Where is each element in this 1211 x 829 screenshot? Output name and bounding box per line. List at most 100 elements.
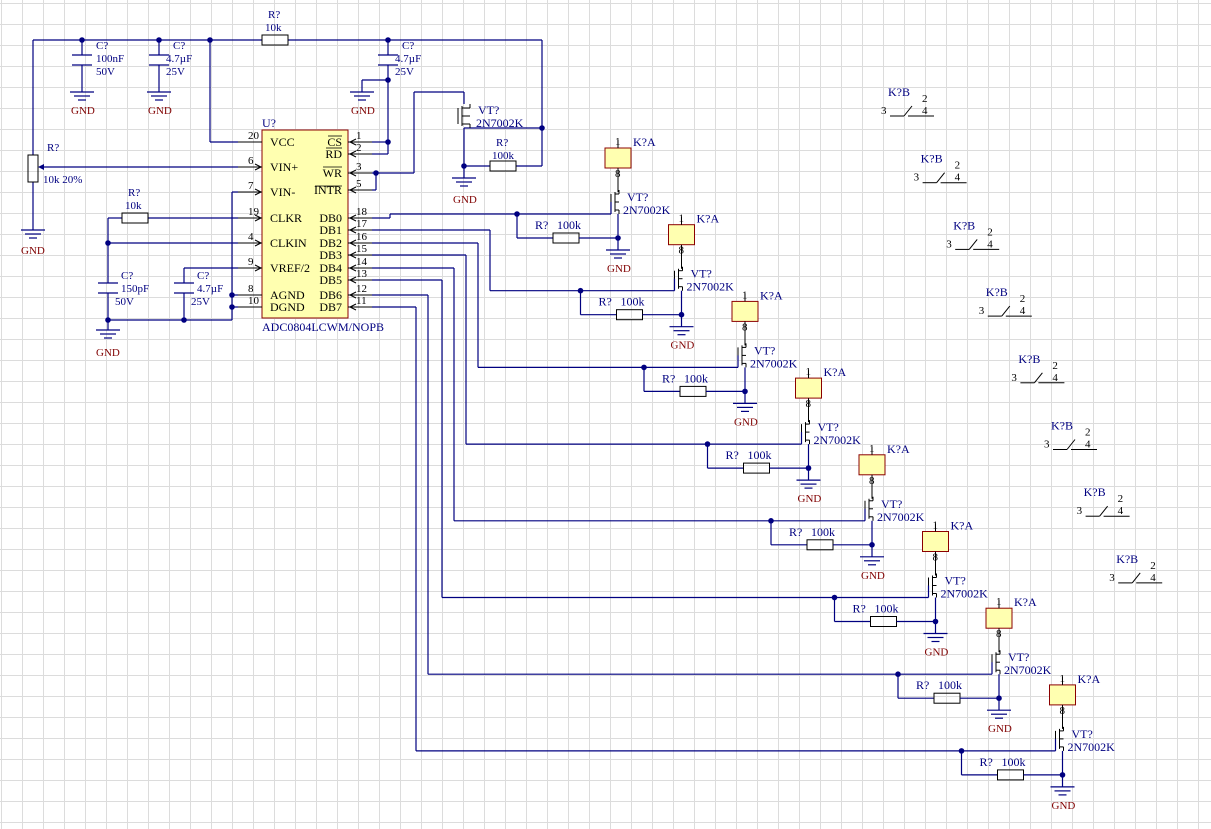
pin-name: CLKR bbox=[270, 211, 302, 225]
gate-resistor bbox=[743, 462, 770, 474]
c2-designator: C? bbox=[173, 40, 185, 52]
r-designator: R? bbox=[599, 295, 612, 309]
relay-coil bbox=[604, 147, 632, 169]
pin-number: 18 bbox=[356, 206, 368, 218]
potentiometer[interactable]: R? 10k 20% bbox=[27, 142, 82, 186]
relay-contact-kb[interactable]: K?B 2 3 4 bbox=[1011, 352, 1065, 384]
gnd-symbol: GND bbox=[147, 91, 172, 117]
vt-designator: VT? bbox=[1072, 727, 1093, 741]
capacitor-c1[interactable]: C? 100nF 50V bbox=[72, 40, 124, 78]
vt-part: 2N7002K bbox=[623, 203, 671, 217]
resistor-r-top[interactable]: R? 10k bbox=[261, 9, 289, 46]
contact-pin3: 3 bbox=[979, 305, 985, 317]
pin-number: 17 bbox=[356, 218, 368, 230]
gnd-symbol: GND bbox=[70, 91, 95, 117]
relay-channel[interactable]: K?A18VT?2N7002KR? 100kGND bbox=[372, 135, 671, 275]
c1-rating: 50V bbox=[96, 66, 115, 78]
gnd-label: GND bbox=[96, 347, 120, 359]
c5-designator: C? bbox=[197, 270, 209, 282]
contact-pin2: 2 bbox=[922, 93, 928, 105]
pin-number: 10 bbox=[248, 295, 260, 307]
mosfet-vt-top[interactable]: VT? 2N7002K bbox=[457, 103, 524, 130]
r-top-designator: R? bbox=[268, 9, 280, 21]
contact-pin4: 4 bbox=[987, 238, 993, 250]
pin-name: INTR bbox=[314, 183, 342, 197]
relay-channel[interactable]: K?A18VT?2N7002KR? 100kGND bbox=[372, 306, 1116, 812]
vt-part: 2N7002K bbox=[1068, 740, 1116, 754]
capacitor-c4[interactable]: C? 150pF 50V bbox=[98, 270, 149, 308]
contact-pin2: 2 bbox=[1118, 493, 1124, 505]
gate-resistor bbox=[679, 385, 707, 397]
relay-b-label: K?B bbox=[1018, 352, 1040, 366]
gnd-label: GND bbox=[925, 647, 949, 659]
relay-a-label: K?A bbox=[1078, 672, 1101, 686]
c3-designator: C? bbox=[402, 40, 414, 52]
ic-adc0804[interactable]: U? ADC0804LCWM/NOPB 20 VCC 6 VIN+ 7 VIN- 1 9 CLK… bbox=[238, 116, 384, 334]
contact-pin4: 4 bbox=[1052, 372, 1058, 384]
relay-coil bbox=[1049, 684, 1076, 706]
gnd-label: GND bbox=[798, 493, 822, 505]
pin-number: 8 bbox=[248, 283, 254, 295]
relay-contact-kb[interactable]: K?B 2 3 4 bbox=[946, 218, 1000, 250]
r-clk-value: 10k bbox=[125, 200, 142, 212]
relay-channel[interactable]: K?A18VT?2N7002KR? 100kGND bbox=[372, 242, 798, 428]
r-designator: R? bbox=[535, 218, 548, 232]
gnd-label: GND bbox=[148, 105, 172, 117]
r-value: 100k bbox=[811, 525, 835, 539]
vt-designator: VT? bbox=[818, 420, 839, 434]
r-designator: R? bbox=[662, 371, 675, 385]
r-designator: R? bbox=[916, 678, 929, 692]
contact-pin2: 2 bbox=[1052, 360, 1058, 372]
relay-coil bbox=[858, 454, 886, 476]
c3-rating: 25V bbox=[395, 66, 414, 78]
gnd-label: GND bbox=[1052, 800, 1076, 812]
c2-value: 4.7µF bbox=[166, 53, 192, 65]
capacitor-c5[interactable]: C? 4.7µF 25V bbox=[174, 270, 223, 308]
ic-part-number: ADC0804LCWM/NOPB bbox=[262, 320, 384, 334]
relay-coil bbox=[922, 531, 949, 552]
relay-contact-kb[interactable]: K?B 2 3 4 bbox=[1044, 419, 1097, 451]
relay-contact-kb[interactable]: K?B 2 3 4 bbox=[1109, 552, 1163, 584]
contact-pin4: 4 bbox=[955, 172, 961, 184]
relay-contact-kb[interactable]: K?B 2 3 4 bbox=[979, 285, 1032, 317]
relay-a-label: K?A bbox=[1014, 595, 1037, 609]
contact-pin3: 3 bbox=[1077, 505, 1083, 517]
gate-resistor bbox=[997, 769, 1024, 781]
r-designator: R? bbox=[853, 602, 866, 616]
pin-name: CLKIN bbox=[270, 236, 307, 250]
contact-pin3: 3 bbox=[946, 238, 952, 250]
relay-channel[interactable]: K?A18VT?2N7002KR? 100kGND bbox=[372, 254, 861, 505]
capacitor-c2[interactable]: C? 4.7µF 25V bbox=[149, 40, 192, 78]
contact-pin4: 4 bbox=[1020, 305, 1026, 317]
pin-number: 14 bbox=[356, 256, 368, 268]
pot-designator: R? bbox=[47, 142, 59, 154]
relay-channel[interactable]: K?A18VT?2N7002KR? 100kGND bbox=[372, 279, 988, 659]
contact-pin4: 4 bbox=[922, 105, 928, 117]
r-designator: R? bbox=[789, 525, 802, 539]
c5-rating: 25V bbox=[191, 296, 210, 308]
pin-name: DB5 bbox=[319, 273, 342, 287]
vt-part: 2N7002K bbox=[1004, 663, 1052, 677]
resistor-r-clk[interactable]: R? 10k bbox=[121, 187, 149, 224]
r-value: 100k bbox=[684, 371, 708, 385]
relay-contact-kb[interactable]: K?B 2 3 4 bbox=[1077, 485, 1130, 517]
relay-contact-kb[interactable]: K?B 2 3 4 bbox=[914, 152, 967, 184]
capacitor-c3[interactable]: C? 4.7µF 25V bbox=[378, 40, 421, 78]
r-vt-top-designator: R? bbox=[496, 137, 508, 149]
c4-rating: 50V bbox=[115, 296, 134, 308]
gate-resistor bbox=[870, 616, 897, 627]
relay-driver-channels: K?A18VT?2N7002KR? 100kGNDK?A18VT?2N7002KR… bbox=[372, 135, 1115, 812]
pin-name: VREF/2 bbox=[270, 261, 310, 275]
gnd-label: GND bbox=[351, 105, 375, 117]
contact-pin3: 3 bbox=[1109, 572, 1115, 584]
r-designator: R? bbox=[726, 448, 739, 462]
relay-contact-kb[interactable]: K?B 2 3 4 bbox=[881, 85, 934, 117]
pin-number: 13 bbox=[356, 268, 368, 280]
gnd-label: GND bbox=[861, 570, 885, 582]
resistor-r-vt-top[interactable]: R? 100k bbox=[489, 137, 517, 172]
relay-channel[interactable]: K?A18VT?2N7002KR? 100kGND bbox=[372, 294, 1052, 735]
contact-pin2: 2 bbox=[1020, 293, 1026, 305]
pin-number: 11 bbox=[356, 295, 367, 307]
pin-number: 1 bbox=[356, 130, 362, 142]
schematic-sheet: C? 100nF 50V C? 4.7µF 25V C? 4.7µF 25V C… bbox=[0, 0, 1211, 829]
